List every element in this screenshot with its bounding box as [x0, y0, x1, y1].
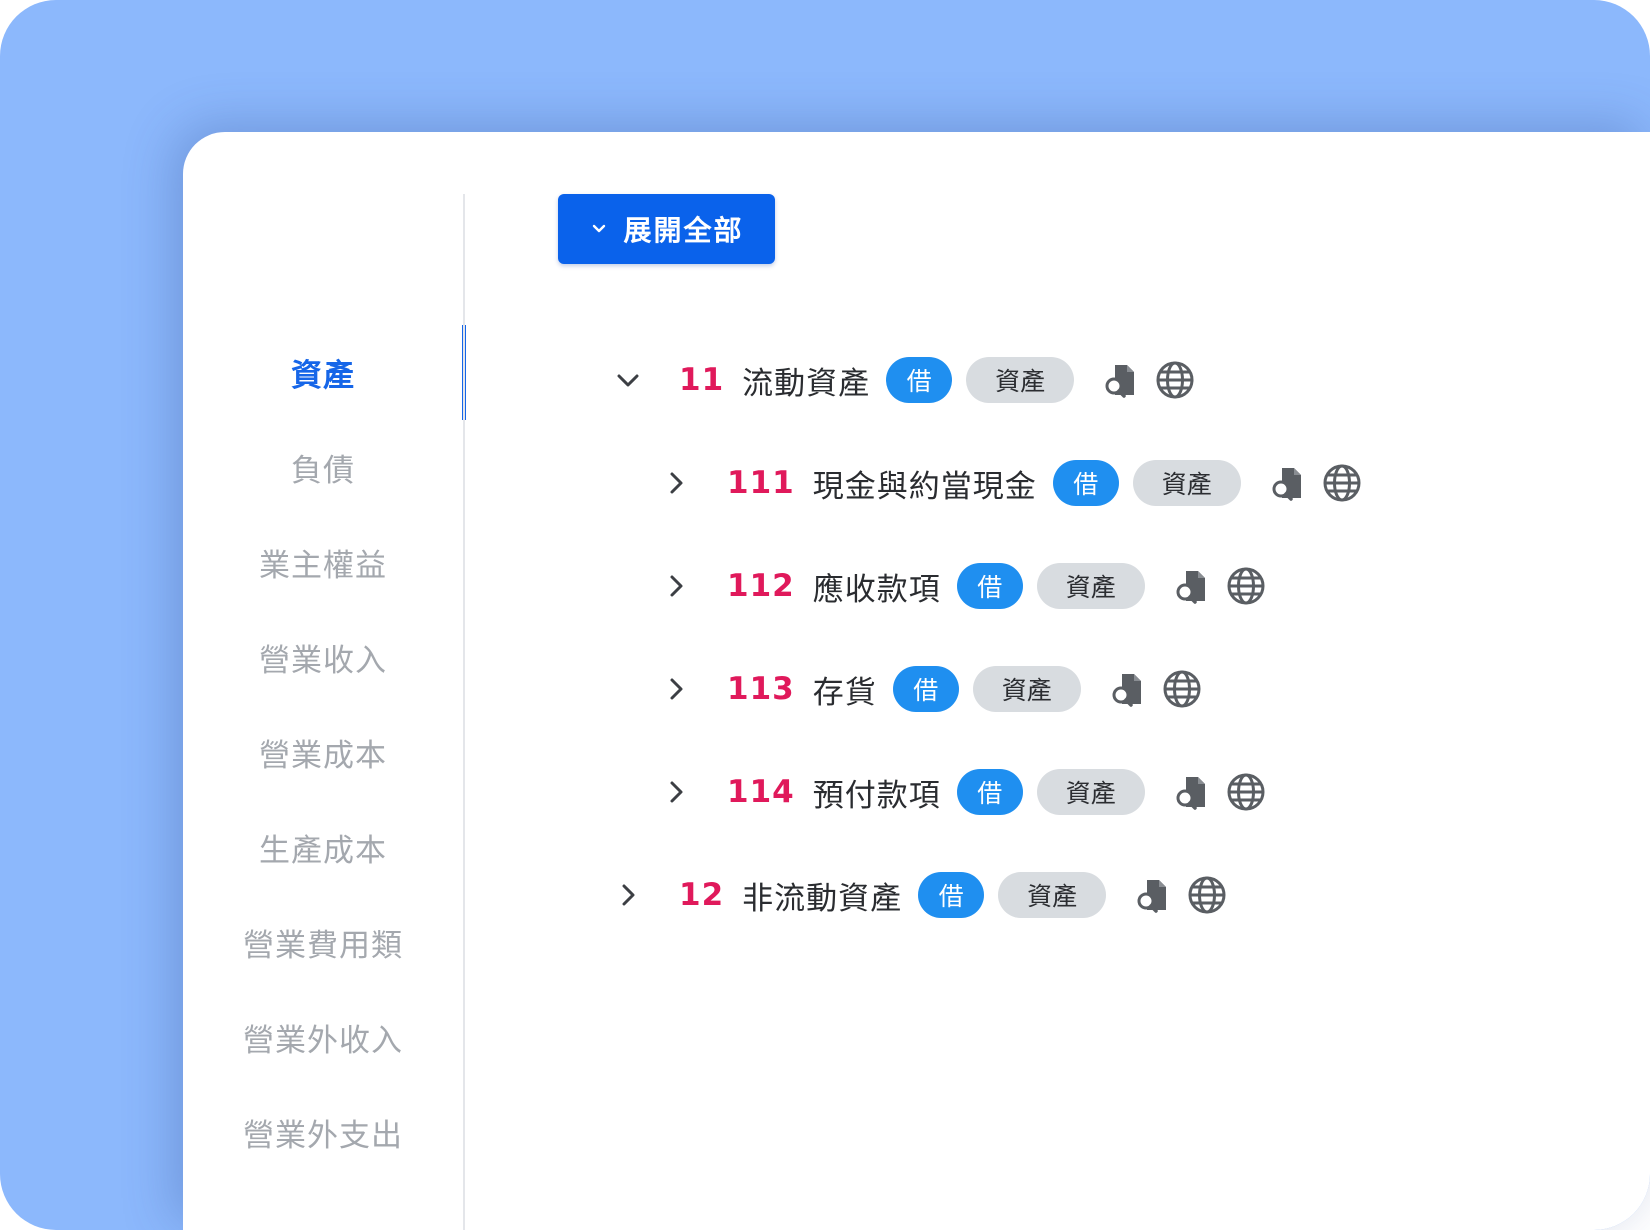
category-badge: 資產 — [998, 872, 1107, 918]
tree-row[interactable]: 111 現金與約當現金 借 資產 — [659, 453, 1363, 513]
sidebar-item-operating-cost[interactable]: 營業成本 — [183, 705, 463, 800]
category-badge: 資產 — [1036, 769, 1145, 815]
account-code: 11 — [679, 362, 725, 398]
category-badge: 資產 — [1132, 460, 1241, 506]
sidebar-item-operating-revenue[interactable]: 營業收入 — [183, 610, 463, 705]
sidebar-item-production-cost[interactable]: 生產成本 — [183, 800, 463, 895]
category-sidebar: 資產 負債 業主權益 營業收入 營業成本 生產成本 營業費用類 營業外收入 營業… — [183, 132, 466, 1230]
chevron-right-icon[interactable] — [659, 569, 693, 603]
account-name: 預付款項 — [812, 777, 941, 814]
tree-row[interactable]: 112 應收款項 借 資產 — [659, 556, 1267, 616]
sidebar-divider — [463, 194, 465, 1230]
globe-icon[interactable] — [1154, 359, 1196, 401]
account-name: 應收款項 — [812, 571, 941, 608]
debit-badge: 借 — [918, 872, 985, 918]
globe-icon[interactable] — [1321, 462, 1363, 504]
tree-row[interactable]: 113 存貨 借 資產 — [659, 659, 1203, 719]
category-badge: 資產 — [1036, 563, 1145, 609]
document-search-icon[interactable] — [1171, 771, 1213, 813]
globe-icon[interactable] — [1225, 565, 1267, 607]
debit-badge: 借 — [886, 357, 953, 403]
category-badge: 資產 — [972, 666, 1081, 712]
account-name: 現金與約當現金 — [812, 468, 1037, 505]
expand-all-button[interactable]: 展開全部 — [558, 194, 775, 264]
document-search-icon[interactable] — [1267, 462, 1309, 504]
globe-icon[interactable] — [1186, 874, 1228, 916]
account-name: 存貨 — [812, 674, 877, 711]
document-search-icon[interactable] — [1132, 874, 1174, 916]
main-panel: 資產 負債 業主權益 營業收入 營業成本 生產成本 營業費用類 營業外收入 營業… — [183, 132, 1650, 1230]
account-code: 113 — [727, 671, 795, 707]
chevron-right-icon[interactable] — [659, 672, 693, 706]
document-search-icon[interactable] — [1171, 565, 1213, 607]
chevron-down-icon[interactable] — [611, 363, 645, 397]
chevron-right-icon[interactable] — [659, 466, 693, 500]
sidebar-item-equity[interactable]: 業主權益 — [183, 515, 463, 610]
tree-row[interactable]: 11 流動資產 借 資產 — [611, 350, 1196, 410]
chevron-right-icon[interactable] — [659, 775, 693, 809]
globe-icon[interactable] — [1161, 668, 1203, 710]
sidebar-item-assets[interactable]: 資產 — [183, 325, 466, 420]
globe-icon[interactable] — [1225, 771, 1267, 813]
sidebar-item-liabilities[interactable]: 負債 — [183, 420, 463, 515]
account-code: 12 — [679, 877, 725, 913]
document-search-icon[interactable] — [1100, 359, 1142, 401]
category-badge: 資產 — [966, 357, 1075, 403]
document-search-icon[interactable] — [1107, 668, 1149, 710]
chevron-right-icon[interactable] — [611, 878, 645, 912]
debit-badge: 借 — [1052, 460, 1119, 506]
tree-row[interactable]: 114 預付款項 借 資產 — [659, 762, 1267, 822]
debit-badge: 借 — [956, 769, 1023, 815]
account-name: 流動資產 — [742, 365, 871, 402]
account-code: 114 — [727, 774, 795, 810]
account-code: 112 — [727, 568, 795, 604]
tree-row[interactable]: 12 非流動資產 借 資產 — [611, 865, 1228, 925]
expand-all-label: 展開全部 — [623, 214, 744, 247]
sidebar-item-non-operating-income[interactable]: 營業外收入 — [183, 990, 463, 1085]
chevron-down-icon — [593, 224, 606, 233]
account-name: 非流動資產 — [742, 880, 903, 917]
account-code: 111 — [727, 465, 795, 501]
debit-badge: 借 — [892, 666, 959, 712]
sidebar-item-non-operating-expenses[interactable]: 營業外支出 — [183, 1085, 463, 1180]
debit-badge: 借 — [956, 563, 1023, 609]
sidebar-item-operating-expenses[interactable]: 營業費用類 — [183, 895, 463, 990]
